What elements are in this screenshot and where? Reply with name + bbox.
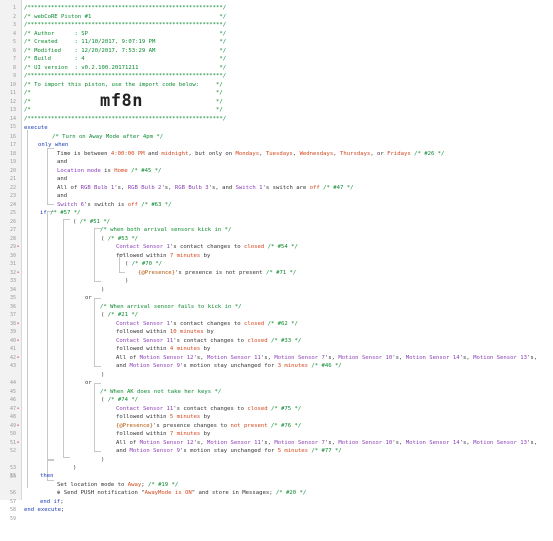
condition-marker-icon: ⁍ (17, 439, 20, 446)
line-number: 8 (12, 64, 16, 71)
code-line-51: 51 followed within 7 minutes by (9, 431, 211, 446)
comment-text: /* webCoRE Piston #1 */ (24, 13, 227, 20)
condition-marker-icon: ⁍ (17, 337, 20, 344)
code-line-27: 27 ( /* #51 */ (9, 218, 111, 234)
header-line: 4 /* Author : SP */ (0, 30, 553, 39)
condition-marker-icon: ⁍ (17, 422, 20, 429)
line-number: 2 (12, 13, 16, 20)
code-line-38: 38 ( /* #21 */ (9, 312, 139, 327)
import-code: mf8n (100, 91, 143, 111)
line-number: 10 (9, 81, 16, 88)
code-line-44: 44 ) (9, 371, 105, 387)
code-line-48: 48 ⁍ Contact Sensor 11's contact changes … (9, 405, 302, 421)
code-line-59: 59 end execute; (9, 507, 65, 522)
code-line-29: 29 ( /* #53 */ (9, 235, 139, 251)
comment-text: /***************************************… (24, 5, 227, 11)
header-line: 6 /* Modified : 12/20/2017, 7:53:29 AM */ (0, 47, 553, 56)
code-line-21: 21 Location mode is Home /* #45 */ (9, 167, 162, 183)
code-line-36: 36 or (9, 295, 92, 310)
line-number: 7 (12, 56, 16, 62)
code-line-45: 45 or (9, 380, 92, 395)
code-line-42: 42 followed within 4 minutes by (9, 346, 211, 361)
code-line-47: 47 ( /* #74 */ (9, 397, 139, 412)
code-line-50: 50 ⁍ {@Presence}'s presence changes to no… (9, 422, 302, 438)
line-number: 3 (12, 22, 16, 28)
header-line: 2 /* webCoRE Piston #1 */ (0, 13, 553, 22)
line-number: 6 (12, 47, 16, 54)
code-line-16: 16 execute (9, 125, 48, 140)
code-line-34: 34 ) (9, 278, 129, 293)
code-line-46: 46 /* When AK does not take her keys */ (9, 388, 222, 404)
comment-text: /* Build : 4 */ (24, 56, 227, 62)
comment-text: /* To import this piston, use the import… (24, 81, 223, 88)
piston-code-view: 1 /**************************************… (0, 0, 553, 522)
line-number: 4 (12, 30, 16, 37)
code-line-22: 22 and (9, 176, 68, 191)
code-line-35: 35 ) (9, 286, 105, 302)
line-number: 5 (12, 39, 16, 45)
execute-keyword: execute (24, 125, 48, 131)
comment-text: /***************************************… (24, 22, 227, 28)
code-line-23: 23 All of RGB Bulb 1's, RGB Bulb 2's, RG… (9, 184, 354, 200)
comment-text: /* Modified : 12/20/2017, 7:53:29 AM */ (24, 47, 227, 54)
code-line-30: 30 ⁍ Contact Sensor 1's contact changes t… (9, 244, 298, 259)
code-line-57: 57 ⊕ Send PUSH notification "AwayMode is… (9, 490, 307, 505)
code-line-55: 55 then (9, 473, 54, 479)
code-line-52: 52 ⁍ All of Motion Sensor 12's, Motion Se… (9, 439, 538, 455)
code-line-58: 58 end if; (9, 498, 64, 514)
code-line-49: 49 followed within 5 minutes by (9, 414, 211, 429)
header-line: 3 /**************************************… (0, 21, 553, 30)
code-line-28: 28 /* when both arrival sensors kick in … (9, 227, 232, 242)
code-line-18: 18 only when (9, 142, 69, 157)
code-line-33: 33 ⁍ {@Presence}'s presence is not presen… (9, 269, 297, 285)
header-line: 10 /* To import this piston, use the impo… (0, 81, 553, 90)
condition-marker-icon: ⁍ (17, 320, 20, 327)
code-line-20: 20 and (9, 159, 68, 174)
code-line-56: 56 Set location mode to Away; /* #19 */ (9, 481, 179, 497)
code-line-52-cont: and Motion Sensor 9's motion stay unchan… (116, 448, 342, 454)
code-line-31: 31 followed within 7 minutes by (9, 252, 211, 268)
comment-text: /* Author : SP */ (24, 30, 227, 37)
comment-text: /* UI version : v0.2.100.20171211 */ (24, 64, 227, 71)
condition-marker-icon: ⁍ (17, 244, 20, 250)
code-line-39: 39 ⁍ Contact Sensor 1's contact changes t… (9, 320, 298, 336)
code-line-17: 17 /* Turn on Away Mode after 4pm */ (9, 133, 164, 149)
header-line: 5 /* Created : 11/10/2017, 9:07:19 PM */ (0, 38, 553, 47)
header-line: 1 /**************************************… (0, 4, 553, 13)
code-line-41: 41 ⁍ Contact Sensor 11's contact changes … (9, 337, 302, 353)
code-line-37: 37 /* When arrival sensor fails to kick … (9, 303, 242, 319)
header-line: 9 /**************************************… (0, 72, 553, 81)
code-line-32: 32 ( /* #70 */ (9, 261, 163, 276)
condition-marker-icon: ⁍ (17, 405, 20, 412)
code-line-19: 19 Time is between 4:00:00 PM and midnig… (9, 150, 445, 166)
comment-text: /***************************************… (24, 73, 227, 79)
code-line-40: 40 followed within 10 minutes by (9, 329, 214, 344)
condition-marker-icon: ⁍ (17, 354, 20, 361)
header-line: 7 /* Build : 4 */ (0, 55, 553, 64)
line-number: 9 (12, 73, 16, 79)
code-line-24: 24 and (9, 193, 68, 208)
import-code-row: mf8n (0, 90, 553, 118)
code-line-43-cont: and Motion Sensor 9's motion stay unchan… (116, 363, 342, 369)
header-line: 8 /* UI version : v0.2.100.20171211 */ (0, 64, 553, 73)
comment-text: /* Created : 11/10/2017, 9:07:19 PM */ (24, 39, 227, 45)
line-number: 1 (12, 5, 16, 11)
condition-marker-icon: ⁍ (17, 269, 20, 276)
code-line-43: 43 ⁍ All of Motion Sensor 12's, Motion Se… (9, 354, 538, 370)
code-line-26: 26 if /* #57 */ (9, 210, 81, 225)
code-line-25: 25 Switch 6's switch is off /* #63 */ (9, 201, 172, 217)
push-notification-icon: ⊕ (57, 490, 64, 496)
